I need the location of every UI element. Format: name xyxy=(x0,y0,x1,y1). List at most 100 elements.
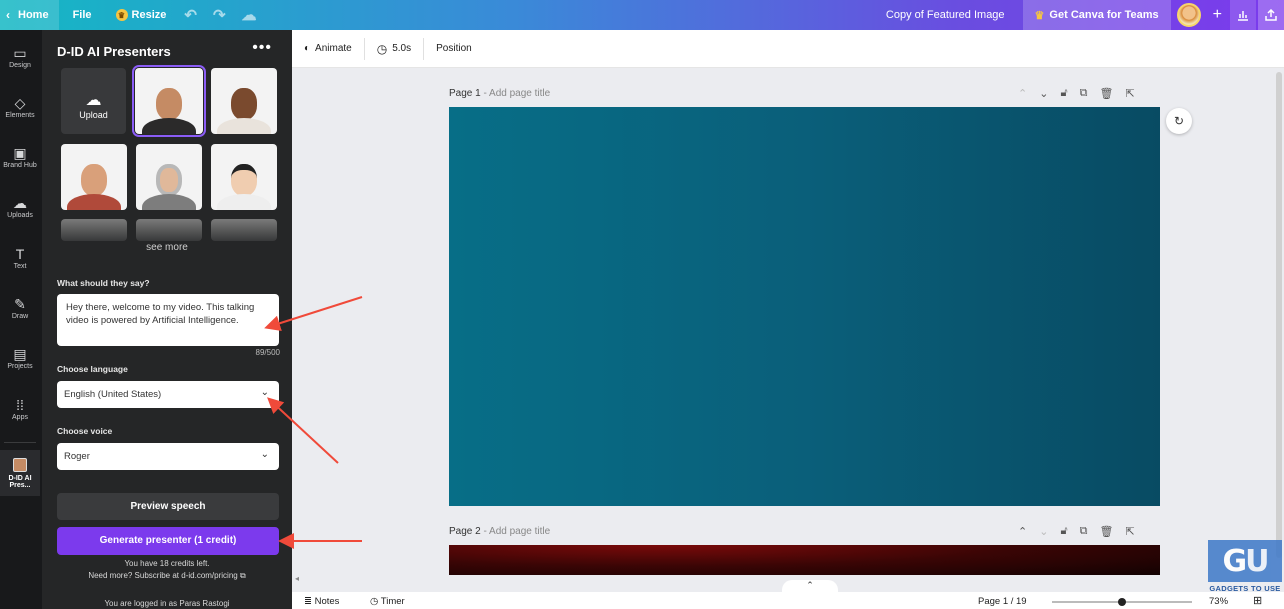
projects-icon: ▤ xyxy=(13,346,27,362)
rail-divider xyxy=(4,442,36,443)
preview-speech-button[interactable]: Preview speech xyxy=(57,493,279,520)
rail-item-d-id[interactable]: D-ID AI Pres... xyxy=(0,450,40,496)
rail-item-apps[interactable]: ⁞⁞ Apps xyxy=(0,396,40,421)
rail-label: Design xyxy=(9,62,31,69)
duration-label: 5.0s xyxy=(392,43,412,54)
avatar[interactable] xyxy=(1176,3,1201,27)
zoom-slider-handle[interactable] xyxy=(1118,598,1126,606)
credits-text: You have 18 credits left. xyxy=(124,559,210,568)
insights-icon[interactable] xyxy=(1230,0,1256,30)
voice-label: Choose voice xyxy=(57,426,113,436)
get-teams-button[interactable]: ♛ Get Canva for Teams xyxy=(1022,0,1171,30)
presenter-body xyxy=(217,118,271,134)
rail-item-projects[interactable]: ▤ Projects xyxy=(0,345,40,370)
brand-hub-icon: ▣ xyxy=(13,145,27,161)
rail-label: Brand Hub xyxy=(3,162,37,169)
duration-button[interactable]: ◷ 5.0s xyxy=(363,37,423,60)
language-value: English (United States) xyxy=(64,389,162,400)
zoom-level[interactable]: 73% xyxy=(1209,596,1228,607)
add-page-icon[interactable]: ⇱ xyxy=(1125,525,1134,538)
presenter-card[interactable] xyxy=(136,144,202,210)
document-title[interactable]: Copy of Featured Image xyxy=(868,9,1023,21)
file-menu[interactable]: File xyxy=(59,0,106,30)
presenter-face xyxy=(81,163,107,196)
login-text: You are logged in as Paras Rastogi xyxy=(104,599,230,608)
timer-label: Timer xyxy=(380,596,405,607)
trash-icon[interactable]: 🗑︎ xyxy=(1099,87,1113,100)
gadgets-to-use-watermark: GU GADGETS TO USE xyxy=(1208,540,1282,596)
home-label: Home xyxy=(18,9,49,21)
presenter-card[interactable] xyxy=(132,65,206,137)
language-label: Choose language xyxy=(57,364,128,374)
watermark-logo: GU xyxy=(1208,540,1282,582)
share-icon[interactable] xyxy=(1258,0,1284,30)
page-2-name: Page 2 xyxy=(449,526,481,537)
crown-icon: ♛ xyxy=(1034,9,1045,22)
page-indicator[interactable]: Page 1 / 19 xyxy=(978,596,1027,607)
page-1-name: Page 1 xyxy=(449,88,481,99)
voice-select[interactable]: Roger ⌄ xyxy=(57,443,279,470)
language-select[interactable]: English (United States) ⌄ xyxy=(57,381,279,408)
vertical-scrollbar[interactable] xyxy=(1276,72,1282,558)
chevron-down-icon[interactable]: ⌄ xyxy=(1039,87,1048,100)
see-more-link[interactable]: see more xyxy=(42,242,292,253)
presenter-body xyxy=(67,194,121,210)
add-page-title-link[interactable]: - Add page title xyxy=(481,88,550,99)
presenter-face xyxy=(156,163,182,196)
presenter-card[interactable] xyxy=(61,144,127,210)
rail-item-draw[interactable]: ✎ Draw xyxy=(0,295,40,320)
copy-icon[interactable]: ⧉ xyxy=(240,571,246,580)
script-label: What should they say? xyxy=(57,278,150,288)
add-page-title-link[interactable]: - Add page title xyxy=(481,526,550,537)
chevron-down-icon[interactable]: ⌄ xyxy=(1039,525,1048,538)
script-textarea[interactable]: Hey there, welcome to my video. This tal… xyxy=(57,294,279,346)
rail-item-brand-hub[interactable]: ▣ Brand Hub xyxy=(0,144,40,169)
rail-item-elements[interactable]: ◇ Elements xyxy=(0,94,40,119)
generate-presenter-button[interactable]: Generate presenter (1 credit) xyxy=(57,527,279,555)
upload-button[interactable]: ☁ Upload xyxy=(61,68,126,134)
plus-icon[interactable]: + xyxy=(1207,6,1228,24)
chevron-up-icon[interactable]: ⌃ xyxy=(1018,87,1027,100)
position-button[interactable]: Position xyxy=(423,37,484,60)
upload-cloud-icon: ☁ xyxy=(85,92,102,109)
rail-label: Draw xyxy=(11,313,29,320)
rail-label: Apps xyxy=(12,414,28,421)
resize-label: Resize xyxy=(131,9,167,21)
canvas-area: Page 1 - Add page title ⌃ ⌄ 🔓︎ ⧉ 🗑︎ ⇱ ↻ … xyxy=(292,68,1284,594)
lock-icon[interactable]: 🔓︎ xyxy=(1060,525,1067,538)
page-2-label: Page 2 - Add page title xyxy=(449,526,550,537)
scroll-left-icon[interactable]: ◂ xyxy=(295,574,299,583)
pricing-link[interactable]: Need more? Subscribe at d-id.com/pricing xyxy=(88,571,237,580)
page-2-canvas[interactable] xyxy=(449,545,1160,575)
redo-icon[interactable]: ↷ xyxy=(205,6,234,24)
refresh-icon[interactable]: ↻ xyxy=(1166,108,1192,134)
page-1-canvas[interactable] xyxy=(449,107,1160,506)
chevron-up-icon[interactable]: ⌃ xyxy=(1018,525,1027,538)
left-rail: ▭ Design ◇ Elements ▣ Brand Hub ☁ Upload… xyxy=(0,30,42,609)
duplicate-icon[interactable]: ⧉ xyxy=(1080,525,1088,538)
bottom-bar: ≣ Notes ◷ Timer Page 1 / 19 73% ⊞ xyxy=(292,592,1284,609)
timer-button[interactable]: ◷ Timer xyxy=(370,596,405,607)
animate-button[interactable]: ◐ Animate xyxy=(292,38,364,60)
more-menu-icon[interactable]: ••• xyxy=(252,39,272,57)
rail-label: D-ID AI Pres... xyxy=(8,475,32,489)
uploads-icon: ☁ xyxy=(13,195,27,211)
presenter-card[interactable] xyxy=(211,68,277,134)
presenter-card[interactable] xyxy=(211,144,277,210)
notes-icon: ≣ xyxy=(304,596,312,607)
add-page-icon[interactable]: ⇱ xyxy=(1125,87,1134,100)
rail-item-uploads[interactable]: ☁ Uploads xyxy=(0,194,40,219)
lock-icon[interactable]: 🔓︎ xyxy=(1060,87,1067,100)
trash-icon[interactable]: 🗑︎ xyxy=(1099,525,1113,538)
cloud-save-icon[interactable]: ☁ xyxy=(234,6,265,24)
rail-item-design[interactable]: ▭ Design xyxy=(0,44,40,69)
upload-label: Upload xyxy=(79,110,108,120)
resize-button[interactable]: ♛ Resize xyxy=(106,0,177,30)
undo-icon[interactable]: ↶ xyxy=(176,6,205,24)
panel-title: D-ID AI Presenters xyxy=(57,44,171,59)
duplicate-icon[interactable]: ⧉ xyxy=(1080,87,1088,100)
rail-item-text[interactable]: T Text xyxy=(0,245,40,270)
home-button[interactable]: ‹ Home xyxy=(0,0,59,30)
design-icon: ▭ xyxy=(13,45,27,61)
notes-button[interactable]: ≣ Notes xyxy=(304,596,339,607)
